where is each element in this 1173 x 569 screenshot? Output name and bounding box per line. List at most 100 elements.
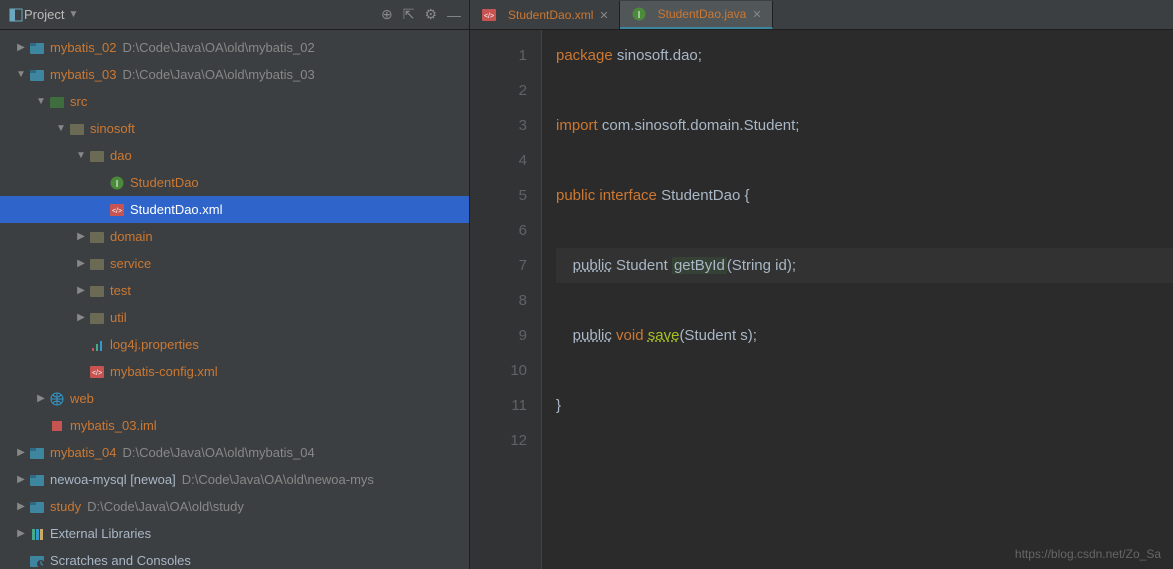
intf-icon: I (108, 174, 126, 192)
svg-text:</>: </> (92, 370, 102, 377)
expand-arrow-icon[interactable]: ▶ (74, 312, 88, 323)
close-icon[interactable]: ✕ (599, 9, 608, 22)
line-number: 6 (470, 213, 527, 248)
tab-label: StudentDao.xml (508, 8, 593, 22)
close-icon[interactable]: ✕ (752, 8, 761, 21)
tree-label: External Libraries (50, 526, 151, 541)
code-content[interactable]: package sinosoft.dao; import com.sinosof… (542, 30, 1173, 569)
expand-arrow-icon[interactable]: ▶ (14, 474, 28, 485)
code-area[interactable]: 123456789101112 package sinosoft.dao; im… (470, 30, 1173, 569)
tree-node[interactable]: ▶studyD:\Code\Java\OA\old\study (0, 493, 469, 520)
tree-label: web (70, 391, 94, 406)
code-line[interactable] (556, 353, 1173, 388)
project-toolbar: Project ▼ ⊕ ⇱ ⚙ — (0, 0, 469, 30)
tree-node[interactable]: ▼dao (0, 142, 469, 169)
dropdown-icon[interactable]: ▼ (68, 9, 78, 20)
pkg-icon (68, 120, 86, 138)
code-line[interactable]: public Student getById(String id); (556, 248, 1173, 283)
tree-label: src (70, 94, 87, 109)
tree-path: D:\Code\Java\OA\old\mybatis_03 (122, 67, 314, 82)
tree-label: service (110, 256, 151, 271)
code-line[interactable] (556, 143, 1173, 178)
project-tree[interactable]: ▶ mybatis_02 D:\Code\Java\OA\old\mybatis_0… (0, 30, 469, 569)
project-view-icon (8, 7, 24, 23)
tree-label: newoa-mysql [newoa] (50, 472, 176, 487)
watermark: https://blog.csdn.net/Zo_Sa (1015, 547, 1161, 561)
editor-tab[interactable]: </> StudentDao.xml ✕ (470, 1, 620, 29)
tree-node[interactable]: ▶ External Libraries (0, 520, 469, 547)
line-number: 8 (470, 283, 527, 318)
line-number: 5 (470, 178, 527, 213)
tree-node[interactable]: ▶ service (0, 250, 469, 277)
tree-node[interactable]: </>mybatis-config.xml (0, 358, 469, 385)
expand-arrow-icon[interactable]: ▼ (74, 150, 88, 161)
code-line[interactable] (556, 283, 1173, 318)
pkg-icon (88, 282, 106, 300)
svg-text:</>: </> (112, 208, 122, 215)
pkg-icon (88, 255, 106, 273)
tree-node[interactable]: ▶domain (0, 223, 469, 250)
line-number: 9 (470, 318, 527, 353)
tree-node[interactable]: ▶mybatis_02D:\Code\Java\OA\old\mybatis_0… (0, 34, 469, 61)
expand-arrow-icon[interactable]: ▶ (34, 393, 48, 404)
mod-icon (28, 471, 46, 489)
expand-arrow-icon[interactable]: ▶ (14, 42, 28, 53)
tree-node[interactable]: ▶ web (0, 385, 469, 412)
expand-arrow-icon[interactable]: ▶ (14, 528, 28, 539)
project-sidebar: Project ▼ ⊕ ⇱ ⚙ — ▶ mybatis_02 D:\Code\Jav… (0, 0, 470, 569)
tree-path: D:\Code\Java\OA\old\study (87, 499, 244, 514)
tree-label: mybatis_04 (50, 445, 116, 460)
tree-node[interactable]: </>StudentDao.xml (0, 196, 469, 223)
code-line[interactable]: } (556, 388, 1173, 423)
pkg-icon (88, 147, 106, 165)
minimize-icon[interactable]: — (447, 7, 461, 23)
mod-icon (28, 66, 46, 84)
project-title[interactable]: Project (24, 7, 64, 22)
tree-node[interactable]: ▶mybatis_04D:\Code\Java\OA\old\mybatis_0… (0, 439, 469, 466)
code-line[interactable] (556, 423, 1173, 458)
tree-label: test (110, 283, 131, 298)
tree-node[interactable]: ▶ newoa-mysql [newoa] D:\Code\Java\OA\old\… (0, 466, 469, 493)
collapse-all-icon[interactable]: ⇱ (403, 6, 415, 23)
code-line[interactable]: public void save(Student s); (556, 318, 1173, 353)
code-line[interactable] (556, 73, 1173, 108)
tree-node[interactable]: log4j.properties (0, 331, 469, 358)
tree-label: mybatis_03.iml (70, 418, 157, 433)
tree-node[interactable]: mybatis_03.iml (0, 412, 469, 439)
tree-node[interactable]: ▼sinosoft (0, 115, 469, 142)
line-number: 7 (470, 248, 527, 283)
expand-arrow-icon[interactable]: ▶ (14, 447, 28, 458)
tree-node[interactable]: ▶ util (0, 304, 469, 331)
svg-text:</>: </> (484, 13, 494, 20)
expand-arrow-icon[interactable]: ▼ (34, 96, 48, 107)
expand-arrow-icon[interactable]: ▶ (74, 231, 88, 242)
tree-path: D:\Code\Java\OA\old\newoa-mys (182, 472, 374, 487)
tree-node[interactable]: ▼mybatis_03D:\Code\Java\OA\old\mybatis_0… (0, 61, 469, 88)
mod-icon (28, 444, 46, 462)
expand-arrow-icon[interactable]: ▶ (74, 258, 88, 269)
tree-label: mybatis_02 (50, 40, 116, 55)
code-line[interactable]: public interface StudentDao { (556, 178, 1173, 213)
code-line[interactable]: package sinosoft.dao; (556, 38, 1173, 73)
scratch-icon (28, 552, 46, 569)
tree-node[interactable]: Scratches and Consoles (0, 547, 469, 569)
editor-tabs[interactable]: </>StudentDao.xml✕IStudentDao.java✕ (470, 0, 1173, 30)
tree-node[interactable]: ▶ test (0, 277, 469, 304)
tree-node[interactable]: ▼ src (0, 88, 469, 115)
code-line[interactable]: import com.sinosoft.domain.Student; (556, 108, 1173, 143)
gear-icon[interactable]: ⚙ (424, 6, 437, 23)
expand-arrow-icon[interactable]: ▶ (74, 285, 88, 296)
tree-label: util (110, 310, 127, 325)
expand-arrow-icon[interactable]: ▼ (14, 69, 28, 80)
line-number: 12 (470, 423, 527, 458)
expand-arrow-icon[interactable]: ▶ (14, 501, 28, 512)
tree-node[interactable]: IStudentDao (0, 169, 469, 196)
editor-tab[interactable]: IStudentDao.java✕ (620, 1, 773, 29)
expand-arrow-icon[interactable]: ▼ (54, 123, 68, 134)
pkg-icon (88, 228, 106, 246)
line-number: 3 (470, 108, 527, 143)
code-line[interactable] (556, 213, 1173, 248)
locate-icon[interactable]: ⊕ (381, 6, 393, 23)
xml-icon: </> (480, 6, 498, 24)
mod-icon (28, 39, 46, 57)
